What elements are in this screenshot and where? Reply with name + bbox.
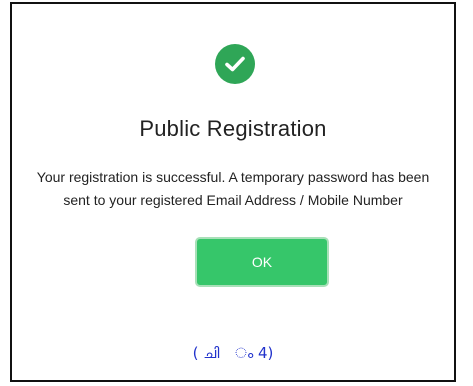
dialog-title: Public Registration [139, 116, 327, 141]
check-circle-icon [215, 44, 255, 84]
dialog-message: Your registration is successful. A tempo… [36, 169, 430, 208]
registration-dialog: Public Registration Your registration is… [10, 2, 456, 382]
ok-button[interactable]: OK [195, 237, 329, 287]
figure-caption: ( ചി ം 4) [192, 344, 274, 362]
